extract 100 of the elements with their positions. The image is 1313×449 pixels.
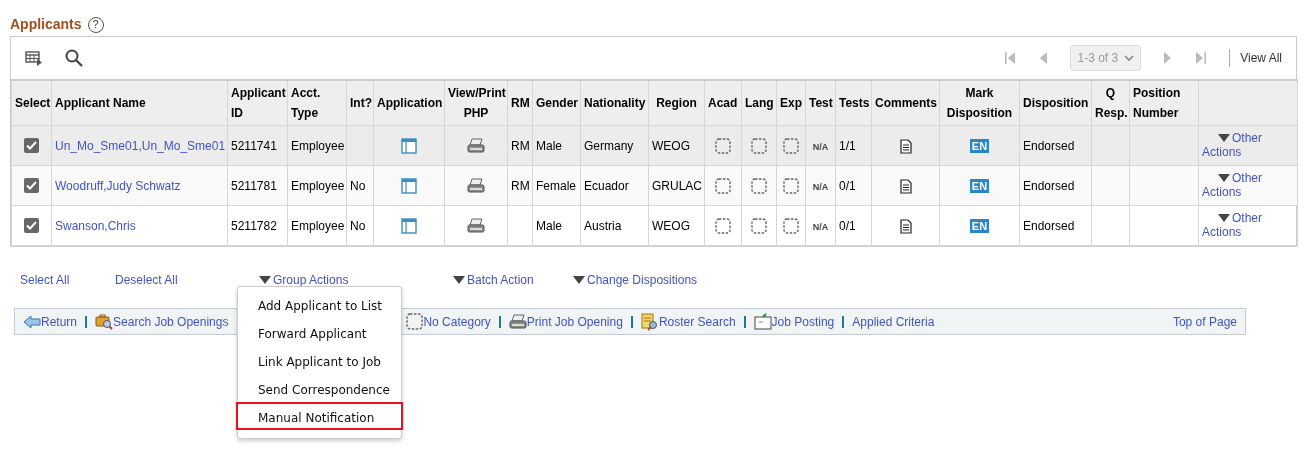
menu-item[interactable]: Forward Applicant — [236, 318, 403, 346]
table-cell-text: Female — [536, 178, 576, 193]
caret-icon — [1218, 213, 1230, 222]
footer-link[interactable]: Roster Search — [640, 312, 736, 331]
footer-link[interactable]: No Category — [406, 312, 491, 331]
document-icon[interactable] — [899, 218, 912, 234]
application-window-icon[interactable] — [401, 138, 417, 155]
column-header: Gender — [532, 80, 581, 126]
footer-link[interactable]: Job Posting — [753, 312, 835, 331]
caret-icon — [573, 276, 585, 284]
language-badge[interactable]: EN — [969, 218, 990, 233]
dashed-square-icon — [715, 178, 731, 195]
table-cell-text: WEOG — [652, 218, 690, 233]
menu-link[interactable]: Batch Action — [453, 271, 534, 289]
column-header: Tests — [835, 80, 872, 126]
column-header: View/Print PHP — [444, 80, 508, 126]
row-checkbox[interactable] — [24, 217, 39, 233]
top-of-page-link[interactable]: Top of Page — [1172, 312, 1237, 331]
column-header: Applicant Name — [51, 80, 228, 126]
table-cell-text: Employee — [291, 218, 345, 233]
column-header: Applicant ID — [227, 80, 288, 126]
select-link[interactable]: Select All — [20, 271, 70, 289]
footer-link[interactable]: Applied Criteria — [852, 312, 935, 331]
table-cell-text: Endorsed — [1023, 218, 1075, 233]
table-cell-text: Male — [536, 138, 562, 153]
dashed-square-icon — [783, 138, 799, 155]
left-arrow-icon — [23, 314, 41, 329]
table-cell-text: Endorsed — [1023, 178, 1075, 193]
document-icon[interactable] — [899, 178, 912, 194]
caret-icon — [1218, 133, 1230, 142]
column-header: Acct. Type — [287, 80, 347, 126]
table-cell-text: 5211782 — [231, 218, 277, 233]
document-icon[interactable] — [899, 138, 912, 154]
dashed-square-icon — [751, 218, 767, 235]
table-cell-text: N/A — [812, 181, 829, 192]
dashed-square-icon — [715, 138, 731, 155]
language-badge[interactable]: EN — [969, 178, 990, 193]
table-cell-text: 0/1 — [839, 218, 856, 233]
printer-icon[interactable] — [467, 178, 485, 195]
table-cell-text: Germany — [584, 138, 634, 153]
menu-item[interactable]: Send Correspondence — [236, 374, 403, 402]
dashed-square-icon — [751, 178, 767, 195]
column-header: Position Number — [1129, 80, 1199, 126]
dashed-square-icon — [406, 313, 424, 330]
printer-icon[interactable] — [467, 218, 485, 235]
caret-icon — [1218, 173, 1230, 182]
menu-item[interactable]: Link Applicant to Job — [236, 346, 403, 374]
grid-settings-icon[interactable] — [25, 50, 43, 66]
table-cell-text: No — [350, 178, 366, 193]
table-cell-text: 1/1 — [839, 138, 856, 153]
table-cell-text: 0/1 — [839, 178, 856, 193]
table-cell-text: Employee — [291, 138, 345, 153]
column-header: Select — [11, 80, 52, 126]
column-header: Mark Disposition — [939, 80, 1020, 126]
footer-link[interactable]: Search Job Openings — [95, 312, 229, 331]
column-header: Int? — [346, 80, 374, 126]
table-cell-text: WEOG — [652, 138, 690, 153]
dashed-square-icon — [751, 138, 767, 155]
menu-item[interactable]: Manual Notification — [236, 402, 403, 430]
table-cell-text: RM — [511, 138, 530, 153]
briefcase-search-icon — [95, 313, 114, 330]
column-header: RM — [507, 80, 533, 126]
table-cell-text: 5211741 — [231, 138, 277, 153]
posting-board-icon — [753, 313, 772, 330]
select-link[interactable]: Deselect All — [115, 271, 178, 289]
table-cell-text: RM — [511, 178, 530, 193]
footer-link[interactable]: Print Job Opening — [508, 312, 623, 331]
caret-icon — [453, 276, 465, 284]
column-header: Comments — [871, 80, 940, 126]
column-header: Test — [805, 80, 836, 126]
table-cell-text: Endorsed — [1023, 138, 1075, 153]
column-header: Acad — [704, 80, 742, 126]
table-cell-text: 5211781 — [231, 178, 277, 193]
table-cell-text: N/A — [812, 141, 829, 152]
column-header: Region — [648, 80, 705, 126]
dashed-square-icon — [783, 218, 799, 235]
menu-link[interactable]: Change Dispositions — [573, 271, 698, 289]
dashed-square-icon — [715, 218, 731, 235]
footer-link[interactable]: Return — [23, 312, 78, 331]
table-cell-text: GRULAC — [652, 178, 702, 193]
printer-icon[interactable] — [467, 138, 485, 155]
search-icon[interactable] — [65, 49, 83, 67]
column-header: Nationality — [580, 80, 649, 126]
applicant-name-link[interactable]: Swanson,Chris — [55, 218, 136, 233]
language-badge[interactable]: EN — [969, 138, 990, 153]
application-window-icon[interactable] — [401, 218, 417, 235]
menu-item[interactable]: Add Applicant to List — [236, 290, 403, 318]
table-cell-text: N/A — [812, 221, 829, 232]
row-checkbox[interactable] — [24, 137, 39, 153]
roster-search-icon — [640, 312, 659, 331]
section-title: Applicants — [10, 15, 82, 34]
column-header: Exp — [776, 80, 806, 126]
table-cell-text: Employee — [291, 178, 345, 193]
table-cell-text: Austria — [584, 218, 622, 233]
table-cell-text: Male — [536, 218, 562, 233]
view-all-link[interactable]: View All — [1229, 49, 1282, 67]
application-window-icon[interactable] — [401, 178, 417, 195]
column-header: Disposition — [1019, 80, 1092, 126]
row-checkbox[interactable] — [24, 177, 39, 193]
column-header: Application — [373, 80, 445, 126]
